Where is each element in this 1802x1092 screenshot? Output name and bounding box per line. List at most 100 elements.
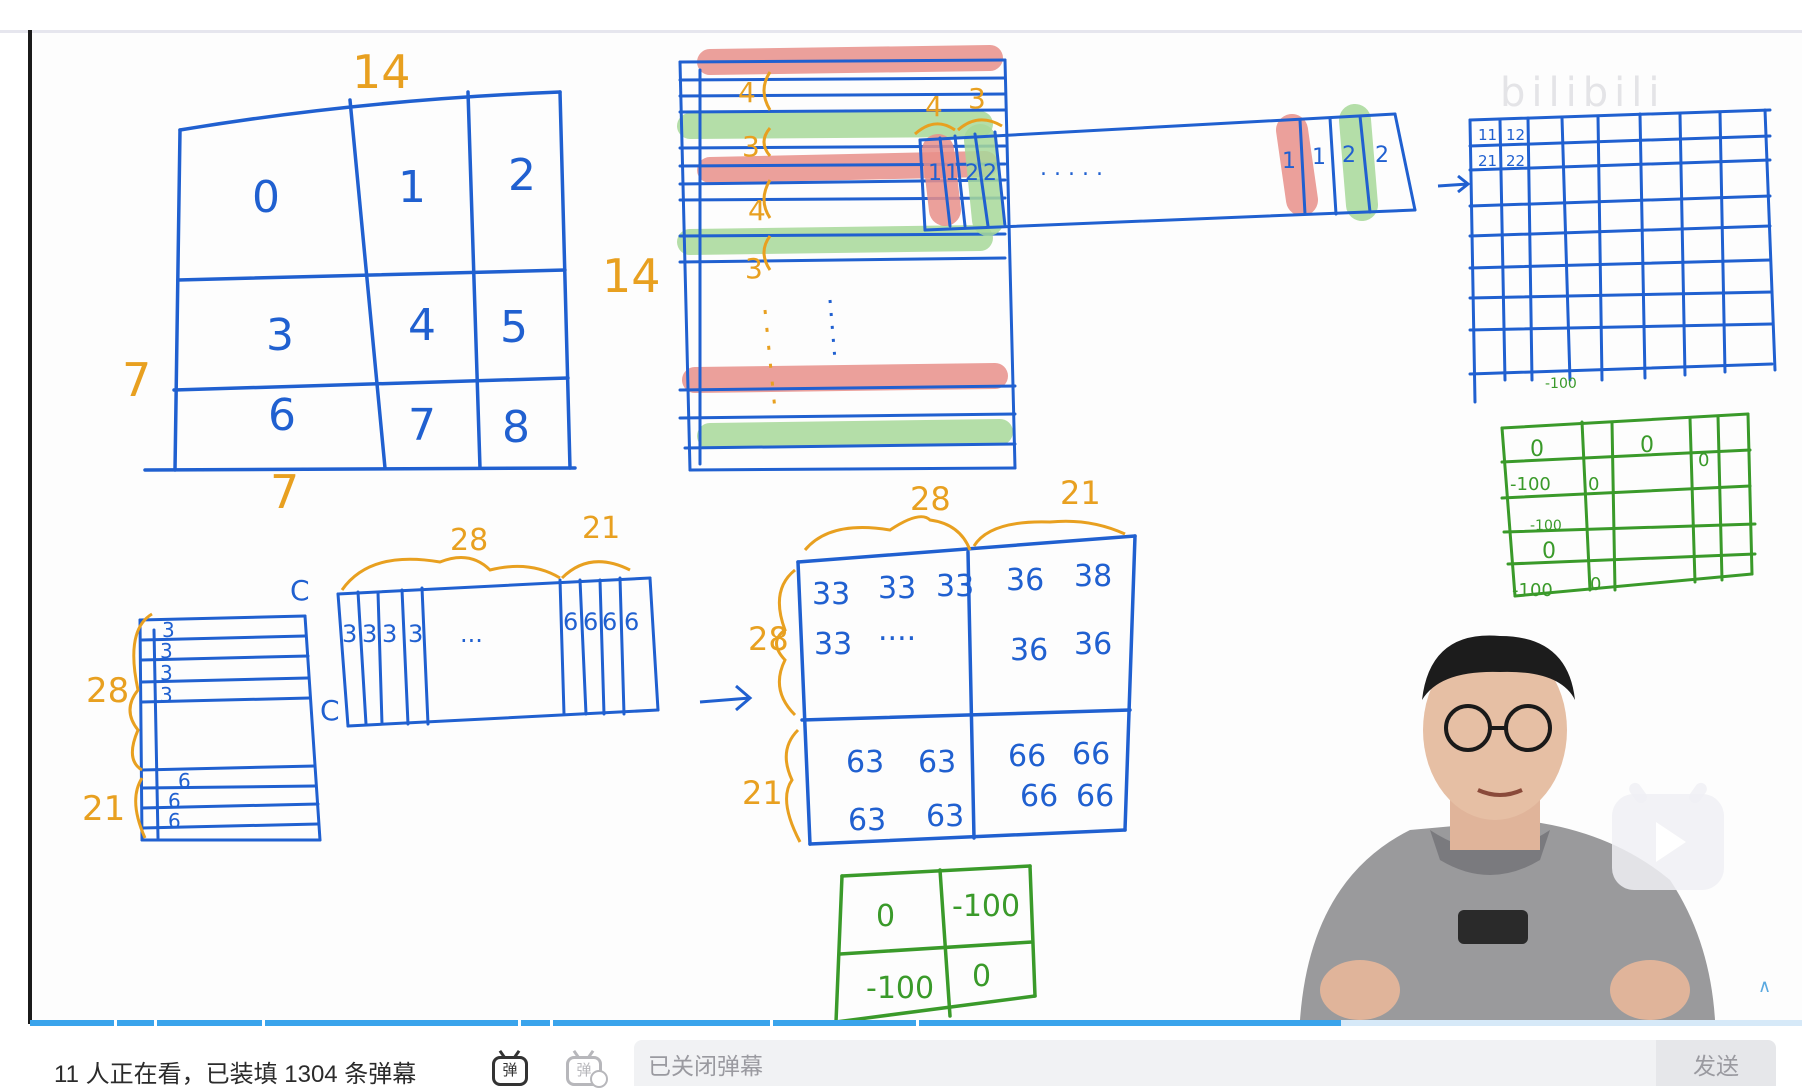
grid-cell-7: 7 bbox=[408, 400, 436, 451]
row-stack: 4 3 4 3 bbox=[677, 45, 1017, 472]
mask-green-8: -100 bbox=[1512, 580, 1553, 601]
block-v14: 63 bbox=[926, 799, 964, 834]
tall-label-21: 21 bbox=[82, 789, 125, 829]
wide-label-21: 21 bbox=[582, 511, 620, 546]
tall-label-c: C bbox=[290, 574, 310, 607]
wide-cell-3: 3 bbox=[408, 620, 423, 648]
grid-cell-4: 4 bbox=[408, 300, 436, 351]
mask-small-0: 0 bbox=[876, 899, 895, 934]
grid-right-label: 14 bbox=[602, 249, 661, 303]
small-cell-22: 22 bbox=[1506, 152, 1525, 170]
bilibili-watermark: bilibili bbox=[1500, 70, 1666, 116]
wide-cell-8: 6 bbox=[624, 608, 639, 636]
block-v13: 63 bbox=[848, 803, 886, 838]
danmaku-icon: 弹 bbox=[492, 1056, 528, 1086]
block-v11: 66 bbox=[1008, 739, 1046, 774]
tall-row-3: 3 bbox=[160, 683, 173, 707]
strip-cell-dots: . . . . . bbox=[1040, 156, 1103, 181]
grid-cell-2: 2 bbox=[508, 150, 536, 201]
mask-green-7: 0 bbox=[1542, 539, 1556, 564]
strip-cell-1: 1 bbox=[945, 161, 959, 186]
strip-label-3: 3 bbox=[968, 82, 986, 115]
block-v8: 36 bbox=[1074, 627, 1112, 662]
mask-green-5: 0 bbox=[1588, 474, 1599, 495]
block-v7: 36 bbox=[1010, 633, 1048, 668]
wide-cell-2: 3 bbox=[382, 620, 397, 648]
play-icon bbox=[1656, 822, 1686, 862]
strip-cell-3: 2 bbox=[983, 161, 997, 186]
grid-cell-1: 1 bbox=[398, 162, 426, 213]
grid-cell-8: 8 bbox=[502, 402, 530, 453]
arrow-right bbox=[1437, 174, 1471, 194]
mask-green-1: 0 bbox=[1530, 437, 1544, 462]
block-v4: 38 bbox=[1074, 559, 1112, 594]
block-v15: 66 bbox=[1020, 779, 1058, 814]
strip-cell-2: 2 bbox=[965, 161, 979, 186]
danmaku-toggle-button[interactable]: 弹 bbox=[490, 1049, 534, 1086]
mask-green-4: -100 bbox=[1510, 474, 1551, 495]
wide-cell-5: 6 bbox=[563, 608, 578, 636]
tall-label-28: 28 bbox=[86, 671, 129, 711]
arrow-right-2 bbox=[699, 684, 753, 712]
block-v2: 33 bbox=[936, 569, 974, 604]
mask-green-9: 0 bbox=[1590, 574, 1601, 595]
wide-cell-1: 3 bbox=[362, 620, 377, 648]
wide-cell-6: 6 bbox=[583, 608, 598, 636]
block-v1: 33 bbox=[878, 571, 916, 606]
strip-cell-8: 2 bbox=[1375, 143, 1389, 168]
strip-cell-6: 1 bbox=[1312, 145, 1326, 170]
wide-cell-dots: ... bbox=[460, 620, 483, 648]
mask-small-2: -100 bbox=[866, 971, 934, 1006]
screen: { "player": { "progress_fraction": 0.74,… bbox=[0, 0, 1802, 1088]
block-top-21: 21 bbox=[1060, 474, 1101, 512]
chevron-up-icon[interactable]: ∧ bbox=[1758, 976, 1778, 997]
play-button[interactable] bbox=[1612, 794, 1724, 890]
strip-cell-5: 1 bbox=[1282, 149, 1296, 174]
danmaku-input[interactable]: 已关闭弹幕 bbox=[634, 1040, 1656, 1086]
wide-strip bbox=[336, 576, 660, 728]
wide-cell-7: 6 bbox=[602, 608, 617, 636]
stack-label-1: 3 bbox=[742, 130, 760, 163]
wide-label-28: 28 bbox=[450, 523, 488, 558]
mask-green-top: -100 bbox=[1545, 376, 1577, 392]
block-v10: 63 bbox=[918, 745, 956, 780]
block-v9: 63 bbox=[846, 745, 884, 780]
block-v6: .... bbox=[878, 613, 916, 648]
gear-icon bbox=[590, 1070, 608, 1088]
wide-label-c: C bbox=[320, 694, 340, 727]
strip-label-4: 4 bbox=[925, 90, 943, 123]
strip-cell-7: 2 bbox=[1342, 143, 1356, 168]
block-left-21: 21 bbox=[742, 774, 783, 812]
stack-label-3: 3 bbox=[745, 252, 763, 285]
danmaku-settings-button[interactable]: 弹 bbox=[564, 1049, 608, 1088]
wide-cell-0: 3 bbox=[342, 620, 357, 648]
block-v5: 33 bbox=[814, 627, 852, 662]
grid-left-label: 7 bbox=[122, 353, 151, 407]
mask-green-2: 0 bbox=[1640, 433, 1654, 458]
small-cell-11: 11 bbox=[1478, 126, 1497, 144]
grid-cell-0: 0 bbox=[252, 172, 280, 223]
block-v12: 66 bbox=[1072, 737, 1110, 772]
grid-top-label: 14 bbox=[352, 45, 411, 99]
tall-row-2: 3 bbox=[160, 661, 173, 685]
grid-cell-5: 5 bbox=[500, 302, 528, 353]
block-v16: 66 bbox=[1076, 779, 1114, 814]
small-cell-21: 21 bbox=[1478, 152, 1497, 170]
block-v0: 33 bbox=[812, 577, 850, 612]
send-button[interactable]: 发送 bbox=[1656, 1040, 1776, 1086]
grid-bottom-label: 7 bbox=[270, 465, 299, 519]
mask-small-3: 0 bbox=[972, 959, 991, 994]
column-strip: 1 1 2 2 . . . . . 1 1 2 2 4 3 bbox=[913, 82, 1471, 236]
mask-green-6: -100 bbox=[1530, 518, 1562, 534]
mask-small-1: -100 bbox=[952, 889, 1020, 924]
grid-cell-3: 3 bbox=[266, 310, 294, 361]
grid-cell-6: 6 bbox=[268, 390, 296, 441]
viewer-count: 11 人正在看，已装填 1304 条弹幕 bbox=[54, 1061, 417, 1088]
block-v3: 36 bbox=[1006, 563, 1044, 598]
strip-cell-0: 1 bbox=[928, 161, 942, 186]
mask-green-3: 0 bbox=[1698, 450, 1709, 471]
stack-label-0: 4 bbox=[738, 76, 756, 109]
tall-row-6: 6 bbox=[168, 809, 181, 833]
block-top-28: 28 bbox=[910, 480, 951, 518]
tall-row-1: 3 bbox=[160, 639, 173, 663]
